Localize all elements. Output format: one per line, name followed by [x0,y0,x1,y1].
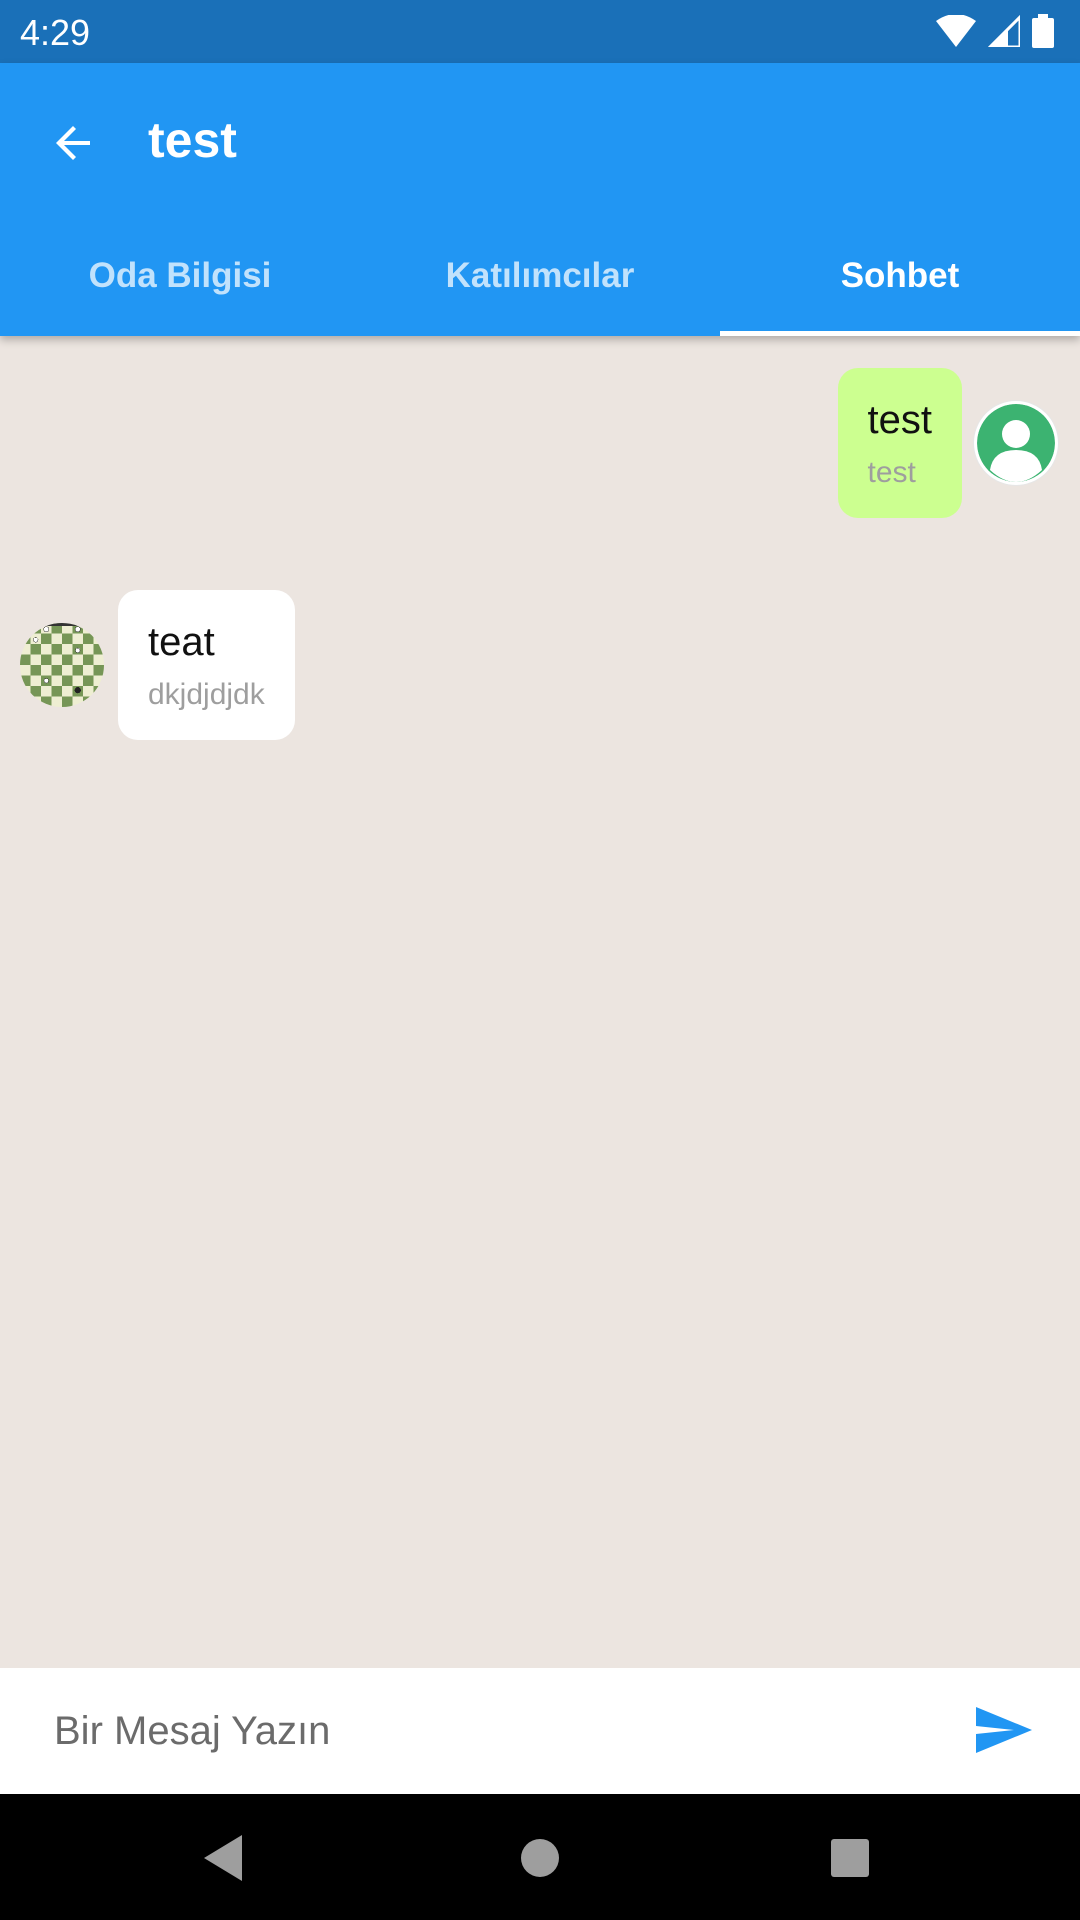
cellular-signal-icon [988,15,1020,47]
arrow-back-icon [56,126,90,160]
status-bar: 4:29 [0,0,1080,63]
message-sender: dkjdjdjdk [148,678,265,711]
app-bar: test Oda Bilgisi Katılımcılar Sohbet [0,63,1080,336]
chessboard-avatar[interactable] [20,623,104,707]
message-text: teat [148,620,215,664]
message-text: test [867,398,932,442]
back-button[interactable] [40,109,108,177]
tab-bar: Oda Bilgisi Katılımcılar Sohbet [0,223,1080,336]
nav-recents-button[interactable] [820,1828,880,1888]
wifi-icon [936,15,976,47]
send-button[interactable] [974,1702,1034,1758]
system-nav-bar [0,1794,1080,1920]
battery-icon [1032,14,1054,48]
message-composer [0,1668,1080,1794]
message-bubble-sent[interactable]: test test [837,368,962,518]
user-avatar-icon[interactable] [974,401,1058,485]
nav-back-button[interactable] [194,1828,254,1888]
message-bubble-received[interactable]: teat dkjdjdjdk [118,590,295,740]
send-icon [976,1707,1032,1753]
message-row-received: teat dkjdjdjdk [20,590,295,740]
message-row-sent: test test [837,368,1058,518]
nav-recents-icon [831,1839,869,1877]
status-time: 4:29 [20,12,91,53]
nav-home-icon [521,1839,559,1877]
chat-area[interactable]: test test teat dkjdjdjdk [0,336,1080,1668]
status-icons [936,14,1054,48]
tab-katilimcilar[interactable]: Katılımcılar [360,223,720,336]
message-input[interactable] [54,1696,914,1766]
nav-home-button[interactable] [510,1828,570,1888]
nav-back-icon [204,1835,242,1881]
tab-oda-bilgisi[interactable]: Oda Bilgisi [0,223,360,336]
tab-sohbet[interactable]: Sohbet [720,223,1080,336]
page-title: test [148,112,237,168]
message-sender: test [867,456,916,489]
